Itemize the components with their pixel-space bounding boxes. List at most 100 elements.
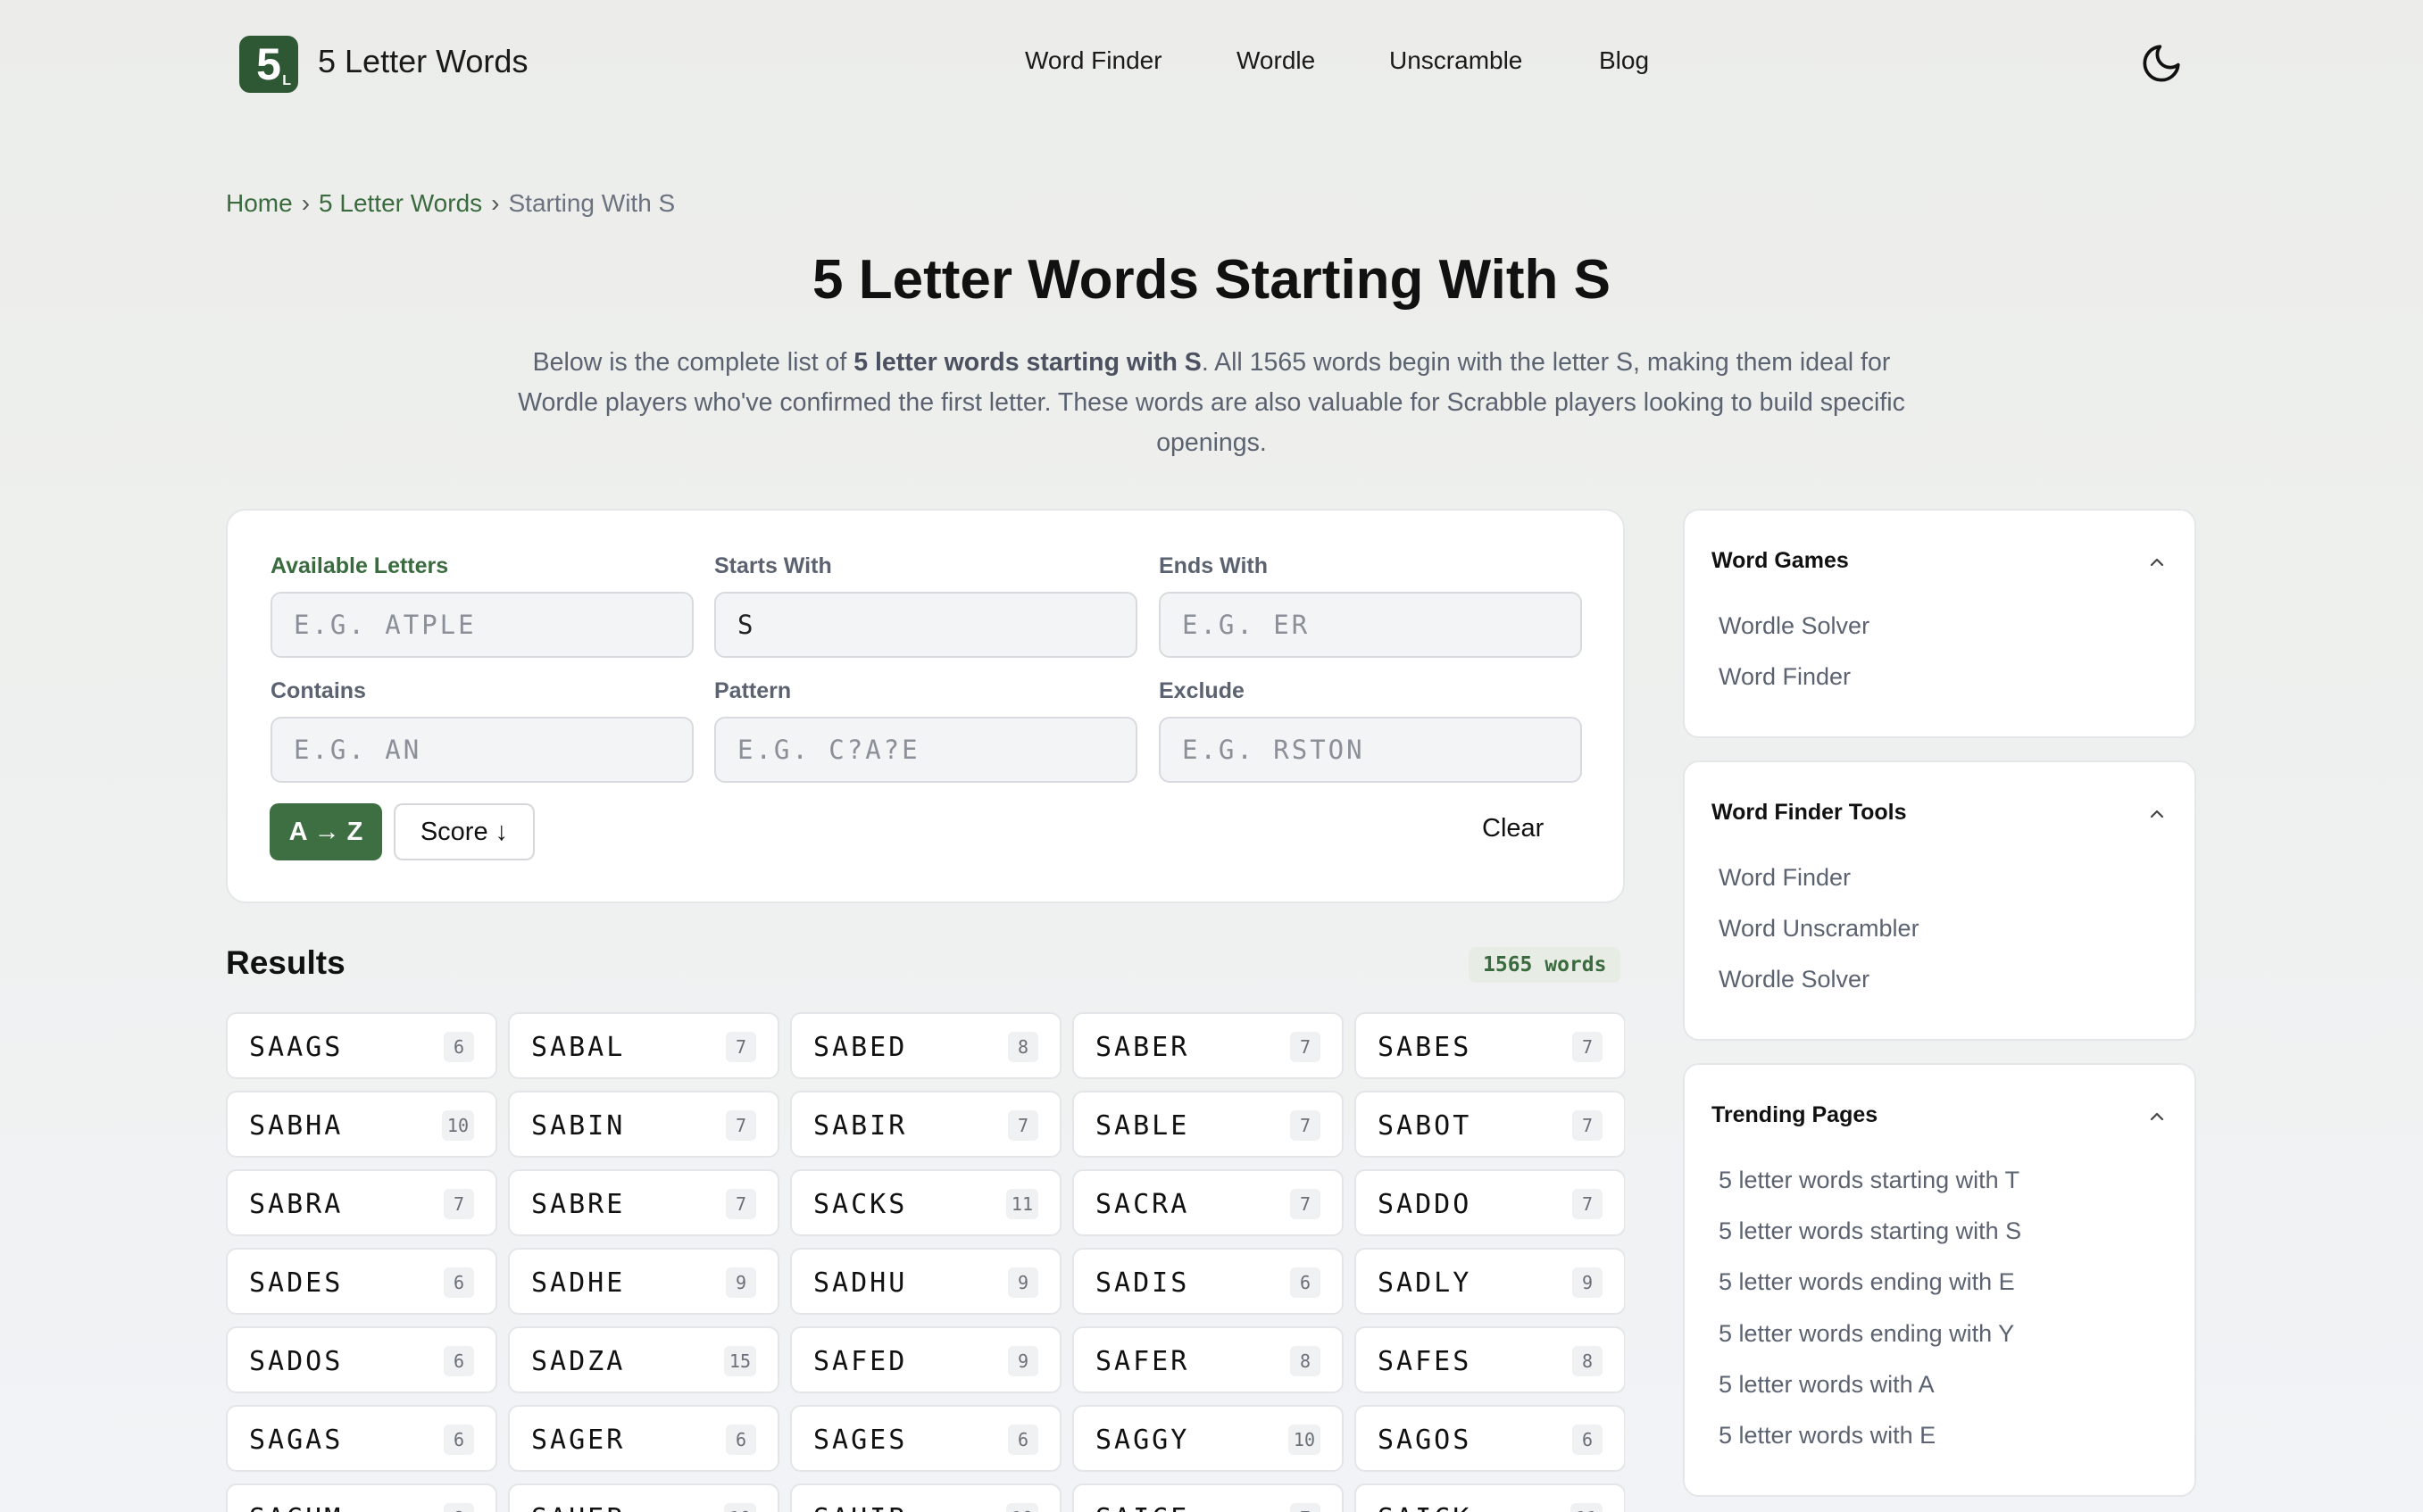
word-tile[interactable]: SAFED 9 [790,1326,1062,1393]
word-text: SABES [1378,1032,1472,1063]
nav-word-finder[interactable]: Word Finder [1025,46,1162,75]
sidebar-link[interactable]: Wordle Solver [1719,612,1869,640]
nav-wordle[interactable]: Wordle [1236,46,1315,75]
word-score-badge: 8 [444,1503,474,1512]
word-text: SAAGS [249,1032,344,1063]
word-tile[interactable]: SABRA 7 [226,1169,497,1236]
word-tile[interactable]: SAGES 6 [790,1405,1062,1472]
word-tile[interactable]: SAFER 8 [1072,1326,1344,1393]
word-tile[interactable]: SABIR 7 [790,1091,1062,1158]
word-score-badge: 11 [1005,1189,1038,1219]
intro-text-pre: Below is the complete list of [532,348,854,377]
nav-unscramble[interactable]: Unscramble [1389,46,1522,75]
word-score-badge: 6 [444,1032,474,1062]
pattern-label: Pattern [714,678,792,703]
word-tile[interactable]: SAGER 6 [508,1405,779,1472]
word-tile[interactable]: SACKS 11 [790,1169,1062,1236]
sidebar-link[interactable]: 5 letter words starting with S [1719,1217,2021,1245]
word-tile[interactable]: SADES 6 [226,1248,497,1315]
intro-text-bold: 5 letter words starting with S [853,348,1202,377]
word-tile[interactable]: SACRA 7 [1072,1169,1344,1236]
contains-input[interactable] [271,717,694,783]
exclude-input[interactable] [1159,717,1582,783]
word-tile[interactable]: SAGUM 8 [226,1483,497,1512]
word-score-badge: 7 [726,1032,756,1062]
word-tile[interactable]: SAHIB 10 [790,1483,1062,1512]
word-tile[interactable]: SABAL 7 [508,1012,779,1079]
word-text: SABHA [249,1110,344,1142]
word-text: SABIR [813,1110,908,1142]
word-score-badge: 10 [1287,1425,1320,1455]
sidebar-link[interactable]: Wordle Solver [1719,966,1869,993]
word-tile[interactable]: SABED 8 [790,1012,1062,1079]
sidebar-card-trending-pages: Trending Pages 5 letter words starting w… [1683,1063,2196,1497]
word-tile[interactable]: SADZA 15 [508,1326,779,1393]
word-score-badge: 6 [1008,1425,1038,1455]
site-logo[interactable]: 5 L [239,36,298,93]
sort-alphabetical-button[interactable]: A → Z [270,803,382,860]
word-tile[interactable]: SABOT 7 [1354,1091,1625,1158]
chevron-up-icon[interactable] [2146,1106,2168,1127]
chevron-up-icon[interactable] [2146,552,2168,573]
ends-with-input[interactable] [1159,592,1582,658]
page-title: 5 Letter Words Starting With S [812,249,1611,311]
word-text: SADZA [531,1346,626,1377]
starts-with-input[interactable] [714,592,1137,658]
available-letters-input[interactable] [271,592,694,658]
word-text: SAGOS [1378,1425,1472,1456]
brand-name[interactable]: 5 Letter Words [318,43,528,80]
page-intro: Below is the complete list of 5 letter w… [518,343,1905,463]
word-tile[interactable]: SAGGY 10 [1072,1405,1344,1472]
word-text: SAHIB [813,1503,907,1512]
word-tile[interactable]: SAICE 7 [1072,1483,1344,1512]
word-score-badge: 6 [444,1425,474,1455]
sidebar-link[interactable]: 5 letter words with E [1719,1422,1936,1450]
word-tile[interactable]: SAHEB 10 [508,1483,779,1512]
clear-button[interactable]: Clear [1482,814,1544,843]
word-text: SABOT [1378,1110,1472,1142]
word-tile[interactable]: SAFES 8 [1354,1326,1625,1393]
sidebar-link[interactable]: 5 letter words ending with E [1719,1268,2015,1296]
word-tile[interactable]: SABLE 7 [1072,1091,1344,1158]
word-tile[interactable]: SABIN 7 [508,1091,779,1158]
word-tile[interactable]: SADOS 6 [226,1326,497,1393]
word-tile[interactable]: SADHE 9 [508,1248,779,1315]
sidebar-link[interactable]: Word Finder [1719,864,1851,892]
word-tile[interactable]: SABER 7 [1072,1012,1344,1079]
sidebar-link[interactable]: 5 letter words with A [1719,1371,1935,1399]
breadcrumb-5-letter-words[interactable]: 5 Letter Words [319,189,482,217]
word-tile[interactable]: SABRE 7 [508,1169,779,1236]
word-tile[interactable]: SAICK 11 [1354,1483,1625,1512]
pattern-input[interactable] [714,717,1137,783]
card-title: Word Finder Tools [1711,800,1907,825]
word-text: SADOS [249,1346,344,1377]
sort-score-button[interactable]: Score ↓ [394,803,535,860]
word-text: SABED [813,1032,908,1063]
sidebar-link[interactable]: Word Unscrambler [1719,915,1919,943]
word-score-badge: 7 [1572,1032,1603,1062]
word-score-badge: 8 [1572,1346,1603,1376]
word-tile[interactable]: SAGAS 6 [226,1405,497,1472]
sidebar-link[interactable]: Word Finder [1719,663,1851,691]
nav-blog[interactable]: Blog [1599,46,1649,75]
word-score-badge: 7 [444,1189,474,1219]
word-tile[interactable]: SABHA 10 [226,1091,497,1158]
chevron-up-icon[interactable] [2146,803,2168,825]
word-score-badge: 7 [1572,1189,1603,1219]
sidebar-link[interactable]: 5 letter words ending with Y [1719,1320,2014,1348]
word-tile[interactable]: SADDO 7 [1354,1169,1625,1236]
word-tile[interactable]: SABES 7 [1354,1012,1625,1079]
word-tile[interactable]: SAGOS 6 [1354,1405,1625,1472]
word-text: SAHEB [531,1503,625,1512]
word-text: SABLE [1095,1110,1190,1142]
word-text: SAGER [531,1425,626,1456]
word-tile[interactable]: SADLY 9 [1354,1248,1625,1315]
word-tile[interactable]: SAAGS 6 [226,1012,497,1079]
sidebar-link[interactable]: 5 letter words starting with T [1719,1167,2019,1194]
word-tile[interactable]: SADIS 6 [1072,1248,1344,1315]
theme-toggle-button[interactable] [2139,41,2184,86]
word-text: SAGES [813,1425,908,1456]
breadcrumb-home[interactable]: Home [226,189,293,217]
word-tile[interactable]: SADHU 9 [790,1248,1062,1315]
sidebar-card-word-games: Word Games Wordle Solver Word Finder [1683,509,2196,738]
